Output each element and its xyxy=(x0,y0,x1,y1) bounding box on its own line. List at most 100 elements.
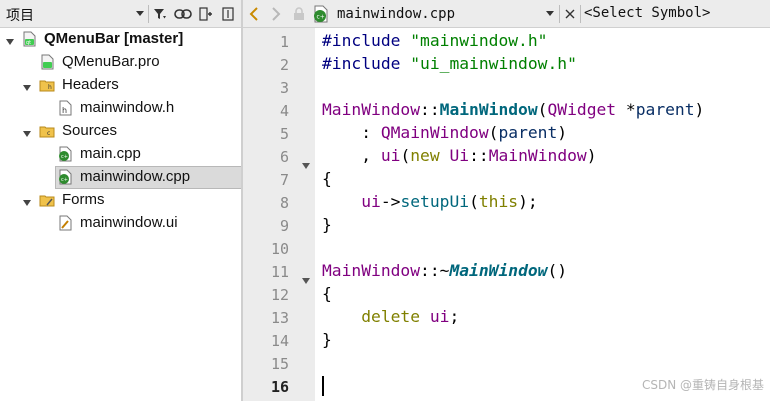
code-line: MainWindow::~MainWindow() xyxy=(322,261,567,280)
open-file-name[interactable]: mainwindow.cpp xyxy=(337,6,455,22)
code-editor: c+ mainwindow.cpp <Select Symbol> 1 2 3 … xyxy=(243,0,770,401)
punctuation: () xyxy=(547,261,568,280)
brace: } xyxy=(322,215,332,234)
close-pane-icon[interactable] xyxy=(221,5,235,23)
code-line: : QMainWindow(parent) xyxy=(322,123,567,142)
tree-item-label: mainwindow.ui xyxy=(80,214,178,231)
line-number: 15 xyxy=(270,355,289,373)
tree-item-source-file[interactable]: c+ main.cpp xyxy=(0,143,241,166)
toolbar-divider xyxy=(559,5,560,23)
split-icon[interactable] xyxy=(198,5,214,23)
line-number: 14 xyxy=(270,332,289,350)
code-line: #include "ui_mainwindow.h" xyxy=(322,54,577,73)
member-name: ui xyxy=(380,146,401,165)
svg-text:h: h xyxy=(48,84,52,91)
svg-text:c+: c+ xyxy=(61,177,68,183)
chevron-down-icon[interactable] xyxy=(133,5,147,23)
string-literal: "mainwindow.h" xyxy=(410,31,548,50)
forward-arrow-icon[interactable] xyxy=(269,5,283,23)
punctuation: ( xyxy=(537,100,548,119)
punctuation: ; xyxy=(449,307,460,326)
parameter-name: parent xyxy=(498,123,558,142)
filter-icon[interactable] xyxy=(152,5,168,23)
brace: { xyxy=(322,169,332,188)
code-line: { xyxy=(322,284,332,303)
keyword: new xyxy=(410,146,440,165)
tree-item-label: Headers xyxy=(62,76,119,93)
pro-file-icon xyxy=(39,54,55,70)
tree-item-form-file[interactable]: mainwindow.ui xyxy=(0,212,241,235)
tree-item-header-file[interactable]: h mainwindow.h xyxy=(0,97,241,120)
link-icon[interactable] xyxy=(173,5,193,23)
expand-arrow-icon[interactable] xyxy=(21,79,33,91)
code-line: ui->setupUi(this); xyxy=(322,192,538,211)
brace: } xyxy=(322,330,332,349)
toolbar-divider xyxy=(148,5,149,23)
back-arrow-icon[interactable] xyxy=(247,5,261,23)
code-line: , ui(new Ui::MainWindow) xyxy=(322,146,596,165)
parameter-name: parent xyxy=(635,100,695,119)
cpp-file-icon: c+ xyxy=(311,5,331,23)
fold-marker-icon[interactable] xyxy=(302,154,310,169)
tree-item-project[interactable]: qt QMenuBar [master] xyxy=(0,28,241,51)
svg-text:c+: c+ xyxy=(317,14,325,21)
function-name: MainWindow xyxy=(439,100,538,119)
scope-operator: :: xyxy=(469,146,489,165)
tree-item-headers[interactable]: h Headers xyxy=(0,74,241,97)
punctuation: ( xyxy=(488,123,499,142)
tree-item-label: QMenuBar.pro xyxy=(62,53,160,70)
project-pane-title: 项目 xyxy=(6,8,34,24)
member-name: ui xyxy=(361,192,381,211)
line-number: 6 xyxy=(279,148,289,166)
class-name: MainWindow xyxy=(322,100,421,119)
headers-folder-icon: h xyxy=(39,77,55,93)
line-number: 12 xyxy=(270,286,289,304)
punctuation: , xyxy=(322,146,381,165)
line-number: 2 xyxy=(279,56,289,74)
text-cursor xyxy=(322,376,324,396)
punctuation: : xyxy=(322,123,381,142)
line-number: 10 xyxy=(270,240,289,258)
expand-arrow-icon[interactable] xyxy=(21,194,33,206)
punctuation: ) xyxy=(694,100,705,119)
class-name: MainWindow xyxy=(322,261,421,280)
punctuation: ); xyxy=(518,192,538,211)
svg-text:c+: c+ xyxy=(61,154,68,160)
expand-arrow-icon[interactable] xyxy=(21,125,33,137)
tree-item-pro-file[interactable]: QMenuBar.pro xyxy=(0,51,241,74)
punctuation: ) xyxy=(557,123,568,142)
fold-marker-icon[interactable] xyxy=(302,269,310,284)
svg-text:qt: qt xyxy=(26,40,31,46)
namespace-name: Ui xyxy=(449,146,470,165)
symbol-selector[interactable]: <Select Symbol> xyxy=(584,5,710,21)
tree-item-forms[interactable]: Forms xyxy=(0,189,241,212)
destructor-name: MainWindow xyxy=(449,261,548,280)
punctuation: * xyxy=(616,100,636,119)
close-file-icon[interactable] xyxy=(563,5,577,23)
sources-folder-icon: c xyxy=(39,123,55,139)
line-number: 3 xyxy=(279,79,289,97)
watermark: CSDN @重铸自身根基 xyxy=(641,378,764,392)
lock-icon[interactable] xyxy=(292,5,306,23)
tree-item-label: mainwindow.cpp xyxy=(80,168,191,185)
expand-arrow-icon[interactable] xyxy=(4,33,16,45)
tree-item-label: QMenuBar [master] xyxy=(44,30,184,47)
class-name: QMainWindow xyxy=(380,123,489,142)
line-number: 1 xyxy=(279,33,289,51)
file-dropdown-chevron-icon[interactable] xyxy=(544,5,556,23)
cpp-file-icon: c+ xyxy=(57,169,73,185)
code-line: } xyxy=(322,215,332,234)
header-file-icon: h xyxy=(57,100,73,116)
code-line: { xyxy=(322,169,332,188)
svg-text:h: h xyxy=(62,106,67,115)
punctuation: ( xyxy=(400,146,411,165)
line-number: 13 xyxy=(270,309,289,327)
keyword: this xyxy=(478,192,519,211)
tree-item-source-file-selected[interactable]: c+ mainwindow.cpp xyxy=(0,166,242,189)
line-number: 7 xyxy=(279,171,289,189)
line-number-gutter: 1 2 3 4 5 6 7 8 9 10 11 12 13 14 15 16 xyxy=(243,28,315,401)
project-pane: 项目 qt QMenuBar [master] QMenuBar.pro h H… xyxy=(0,0,242,401)
qt-project-icon: qt xyxy=(21,31,37,47)
tree-item-sources[interactable]: c Sources xyxy=(0,120,241,143)
